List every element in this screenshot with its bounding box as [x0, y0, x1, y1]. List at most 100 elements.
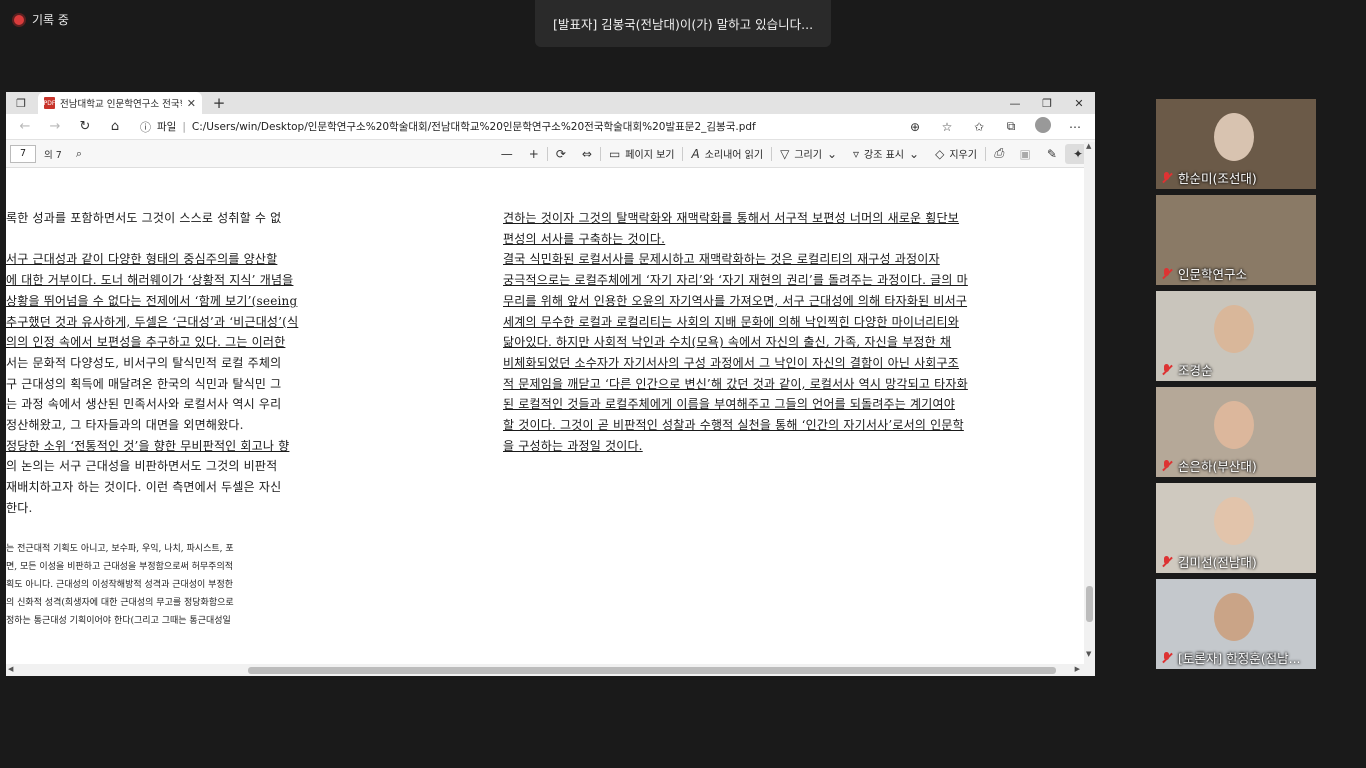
info-icon[interactable]: ⓘ: [140, 119, 151, 135]
footnote-line: 획도 아니다. 근대성의 이성작해방적 성격과 근대성이 부정한: [6, 580, 234, 590]
horizontal-scrollbar[interactable]: ◀ ▶: [6, 664, 1084, 676]
save-as-button[interactable]: ✎: [1039, 147, 1065, 161]
participant-label: 조경순: [1178, 363, 1213, 378]
erase-label: 지우기: [949, 150, 977, 161]
favorite-add-icon[interactable]: ☆: [931, 120, 963, 134]
collections-icon[interactable]: ⧉: [995, 119, 1027, 134]
pdf-toolbar: 7 의 7 ⌕ — + ⟳ ⇔ ▭ 페이지 보기 A 소리내어 읽기 ▽ 그리기 ⌄ ▿…: [6, 140, 1095, 168]
scheme-label: 파일: [157, 121, 177, 133]
text-line: 정산해왔고, 그 타자들과의 대면을 외면해왔다.: [6, 418, 244, 433]
profile-icon[interactable]: [1027, 117, 1059, 136]
maximize-icon[interactable]: ❐: [1031, 92, 1063, 114]
text-line: [6, 229, 306, 250]
url-text: C:/Users/win/Desktop/인문학연구소%20학술대회/전남대학교…: [191, 121, 756, 133]
scroll-down-icon[interactable]: ▼: [1086, 650, 1091, 658]
recording-label: 기록 중: [32, 13, 69, 27]
scroll-thumb[interactable]: [1086, 586, 1093, 622]
zoom-icon[interactable]: ⊕: [899, 120, 931, 134]
text-line: 한다.: [6, 500, 33, 515]
text-line: 추구했던 것과 유사하게, 두셀은 ‘근대성’과 ‘비근대성’(식: [6, 314, 299, 329]
page-number-input[interactable]: 7: [10, 144, 36, 163]
speaker-text: [발표자] 김봉국(전남대)이(가) 말하고 있습니다...: [552, 17, 814, 32]
participant-name: [토론자] 한정훈(전남...: [1160, 648, 1301, 667]
participant-label: 김미선(전남대): [1178, 555, 1257, 570]
speaker-banner: [발표자] 김봉국(전남대)이(가) 말하고 있습니다...: [535, 0, 831, 47]
participant-tile[interactable]: 손은하(부산대): [1156, 387, 1316, 477]
save-icon: ▣: [1019, 146, 1031, 161]
text-line: 결국 식민화된 로컬서사를 문제시하고 재맥락화하는 것은 로컬리티의 재구성 …: [503, 252, 940, 267]
erase-button[interactable]: ◇ 지우기: [927, 146, 985, 162]
participant-label: [토론자] 한정훈(전남...: [1178, 651, 1301, 666]
text-line: 된 로컬적인 것들과 로컬주체에게 이름을 부여해주고 그들의 언어를 되돌려주…: [503, 397, 956, 412]
text-line: 록한 성과를 포함하면서도 그것이 스스로 성취할 수 없: [6, 211, 282, 225]
participant-tile[interactable]: 김미선(전남대): [1156, 483, 1316, 573]
close-icon[interactable]: ✕: [1063, 92, 1095, 114]
text-line: 무리를 위해 앞서 인용한 오윤의 자기역사를 가져오면, 서구 근대성에 의해…: [503, 293, 968, 308]
tab-close-icon[interactable]: ✕: [187, 97, 196, 110]
fit-icon: ⇔: [581, 146, 592, 161]
record-icon: [12, 12, 26, 27]
highlight-button[interactable]: ▿ 강조 표시 ⌄: [845, 146, 927, 162]
text-line: 적 문제임을 깨닫고 ‘다른 인간으로 변신’해 갔던 것과 같이, 로컬서사 …: [503, 376, 968, 391]
participant-face: [1214, 113, 1254, 161]
read-aloud-icon: A: [691, 146, 700, 161]
pin-icon: ✦: [1072, 146, 1083, 161]
minimize-icon[interactable]: —: [999, 92, 1031, 114]
draw-button[interactable]: ▽ 그리기 ⌄: [772, 146, 845, 162]
url-separator: |: [182, 120, 186, 133]
text-line: 을 구성하는 과정일 것이다.: [503, 438, 643, 453]
vertical-scrollbar[interactable]: ▲ ▼: [1084, 142, 1095, 676]
home-icon[interactable]: ⌂: [100, 119, 130, 134]
search-icon[interactable]: ⌕: [76, 147, 82, 161]
participant-label: 손은하(부산대): [1178, 459, 1257, 474]
forward-icon[interactable]: →: [40, 119, 70, 134]
refresh-icon[interactable]: ↻: [70, 119, 100, 134]
tab-actions-icon[interactable]: ❐: [6, 92, 36, 114]
fit-page-button[interactable]: ⇔: [574, 147, 600, 161]
text-line: 비체화되었던 소수자가 자기서사의 구성 과정에서 그 낙인이 자신의 결함이 …: [503, 355, 960, 370]
mic-muted-icon: [1160, 171, 1174, 185]
participant-name: 김미선(전남대): [1160, 552, 1257, 571]
print-button[interactable]: ⎙: [986, 146, 1012, 161]
participant-tile[interactable]: 조경순: [1156, 291, 1316, 381]
text-line: 세계의 무수한 로컬과 로컬리티는 사회의 지배 문화에 의해 낙인찍힌 다양한…: [503, 314, 960, 329]
scroll-left-icon[interactable]: ◀: [8, 665, 13, 673]
mic-muted-icon: [1160, 651, 1174, 665]
draw-icon: ▽: [780, 146, 790, 161]
save-button[interactable]: ▣: [1012, 147, 1039, 161]
print-icon: ⎙: [993, 146, 1004, 160]
eraser-icon: ◇: [935, 146, 945, 161]
text-line: 할 것이다. 그것이 곧 비판적인 성찰과 수행적 실천을 통해 ‘인간의 자기…: [503, 418, 964, 433]
participant-tile[interactable]: 인문학연구소: [1156, 195, 1316, 285]
participant-name: 한순미(조선대): [1160, 168, 1257, 187]
new-tab-button[interactable]: +: [208, 94, 230, 112]
zoom-out-button[interactable]: —: [493, 147, 521, 161]
participant-face: [1214, 305, 1254, 353]
scroll-right-icon[interactable]: ▶: [1075, 665, 1080, 673]
tab-pdf[interactable]: PDF 전남대학교 인문학연구소 전국학술대회 ✕: [38, 92, 202, 114]
text-line: 재배치하고자 하는 것이다. 이런 측면에서 두셀은 자신: [6, 480, 282, 495]
back-icon[interactable]: ←: [10, 119, 40, 134]
mic-muted-icon: [1160, 555, 1174, 569]
mic-muted-icon: [1160, 459, 1174, 473]
footnote-line: 정하는 통근대성 기획이어야 한다(그리고 그때는 통근대성일: [6, 616, 231, 626]
favorites-icon[interactable]: ✩: [963, 120, 995, 134]
url-field[interactable]: ⓘ 파일 | C:/Users/win/Desktop/인문학연구소%20학술대…: [134, 117, 899, 137]
read-aloud-button[interactable]: A 소리내어 읽기: [683, 146, 771, 162]
chevron-down-icon: ⌄: [909, 146, 920, 161]
scroll-up-icon[interactable]: ▲: [1086, 142, 1091, 150]
mic-muted-icon: [1160, 267, 1174, 281]
text-line: 상황을 뛰어넘을 수 없다는 전제에서 ‘함께 보기’(seeing: [6, 293, 298, 308]
rotate-button[interactable]: ⟳: [548, 147, 574, 161]
participant-tile[interactable]: 한순미(조선대): [1156, 99, 1316, 189]
more-icon[interactable]: ⋯: [1059, 120, 1091, 134]
scroll-thumb[interactable]: [248, 667, 1056, 674]
page-view-button[interactable]: ▭ 페이지 보기: [601, 146, 683, 162]
participant-tile[interactable]: [토론자] 한정훈(전남...: [1156, 579, 1316, 669]
zoom-in-button[interactable]: +: [521, 147, 547, 161]
text-line: 궁극적으로는 로컬주체에게 ‘자기 자리’와 ‘자기 재현의 권리’를 돌려주는…: [503, 273, 968, 288]
draw-label: 그리기: [794, 150, 822, 161]
page-total: 의 7: [44, 149, 62, 161]
shared-browser-window: ❐ PDF 전남대학교 인문학연구소 전국학술대회 ✕ + — ❐ ✕ ← → …: [6, 92, 1095, 676]
participant-name: 손은하(부산대): [1160, 456, 1257, 475]
